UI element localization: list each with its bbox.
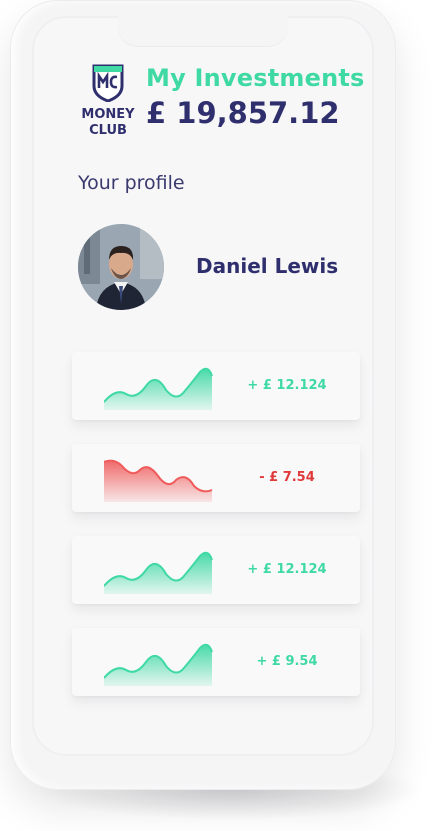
phone-notch — [118, 16, 288, 46]
page-title: My Investments — [146, 64, 365, 92]
phone-frame: MONEY CLUB My Investments £ 19,857.12 Yo… — [10, 0, 396, 790]
avatar-photo — [78, 224, 164, 310]
investment-card-4[interactable]: + £ 9.54 — [72, 628, 360, 696]
avatar[interactable] — [78, 224, 164, 310]
investment-delta: - £ 7.54 — [259, 470, 315, 485]
trend-up-chart — [104, 551, 213, 594]
investment-card-3[interactable]: + £ 12.124 — [72, 536, 360, 604]
logo-wordmark: MONEY CLUB — [78, 107, 138, 139]
money-club-logo: MONEY CLUB — [78, 62, 138, 152]
profile-name: Daniel Lewis — [196, 254, 339, 278]
shield-logo-icon — [92, 64, 124, 102]
portfolio-total: £ 19,857.12 — [146, 96, 340, 130]
phone-screen: MONEY CLUB My Investments £ 19,857.12 Yo… — [32, 16, 374, 756]
trend-down-chart — [104, 459, 213, 502]
logo-line-club: CLUB — [89, 123, 127, 138]
investment-delta: + £ 12.124 — [247, 378, 327, 393]
profile-heading: Your profile — [78, 172, 185, 194]
trend-up-chart — [104, 367, 213, 410]
investment-card-1[interactable]: + £ 12.124 — [72, 352, 360, 420]
investment-delta: + £ 12.124 — [247, 562, 327, 577]
investment-card-2[interactable]: - £ 7.54 — [72, 444, 360, 512]
logo-line-money: MONEY — [81, 107, 135, 122]
investment-delta: + £ 9.54 — [256, 654, 318, 669]
trend-up-chart — [104, 643, 213, 686]
